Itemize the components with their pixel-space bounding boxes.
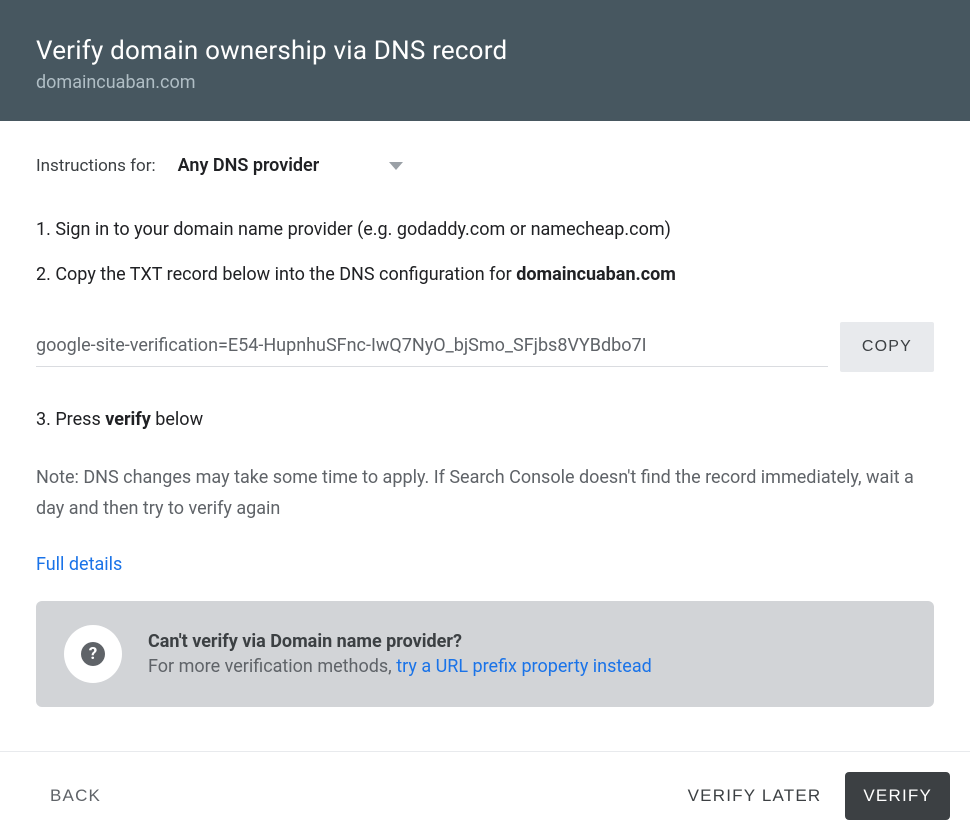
step-3-bold: verify [105, 409, 151, 430]
step-2: 2. Copy the TXT record below into the DN… [36, 261, 934, 288]
alternative-title: Can't verify via Domain name provider? [148, 631, 652, 652]
step-1: 1. Sign in to your domain name provider … [36, 216, 934, 243]
dialog-header: Verify domain ownership via DNS record d… [0, 0, 970, 121]
txt-record-field[interactable] [36, 327, 828, 367]
dialog-subtitle-domain: domaincuaban.com [36, 72, 934, 93]
dialog-title: Verify domain ownership via DNS record [36, 36, 934, 66]
dns-note: Note: DNS changes may take some time to … [36, 463, 934, 524]
copy-button[interactable]: COPY [840, 322, 934, 372]
alternative-box: ? Can't verify via Domain name provider?… [36, 601, 934, 707]
verify-later-button[interactable]: VERIFY LATER [682, 776, 828, 816]
question-icon: ? [81, 642, 105, 666]
full-details-link[interactable]: Full details [36, 554, 122, 575]
dns-provider-selected: Any DNS provider [178, 155, 320, 176]
help-circle: ? [64, 625, 122, 683]
footer-left: BACK [44, 776, 107, 816]
step-3-prefix: 3. Press [36, 409, 105, 430]
step-2-prefix: 2. Copy the TXT record below into the DN… [36, 264, 516, 285]
txt-record-row: COPY [36, 322, 934, 372]
footer-right: VERIFY LATER VERIFY [682, 772, 950, 820]
dns-provider-select[interactable]: Any DNS provider [178, 155, 404, 176]
step-2-domain: domaincuaban.com [516, 264, 676, 285]
dialog-footer: BACK VERIFY LATER VERIFY [0, 751, 970, 840]
url-prefix-link[interactable]: try a URL prefix property instead [396, 656, 652, 677]
instructions-row: Instructions for: Any DNS provider [36, 155, 934, 176]
alternative-body-prefix: For more verification methods, [148, 656, 396, 677]
step-3-suffix: below [151, 409, 203, 430]
alternative-text: Can't verify via Domain name provider? F… [148, 631, 652, 677]
step-3: 3. Press verify below [36, 406, 934, 433]
alternative-body: For more verification methods, try a URL… [148, 656, 652, 677]
verify-button[interactable]: VERIFY [845, 772, 950, 820]
instructions-label: Instructions for: [36, 156, 156, 176]
back-button[interactable]: BACK [44, 776, 107, 816]
chevron-down-icon [389, 162, 403, 170]
dialog-content: Instructions for: Any DNS provider 1. Si… [0, 121, 970, 707]
